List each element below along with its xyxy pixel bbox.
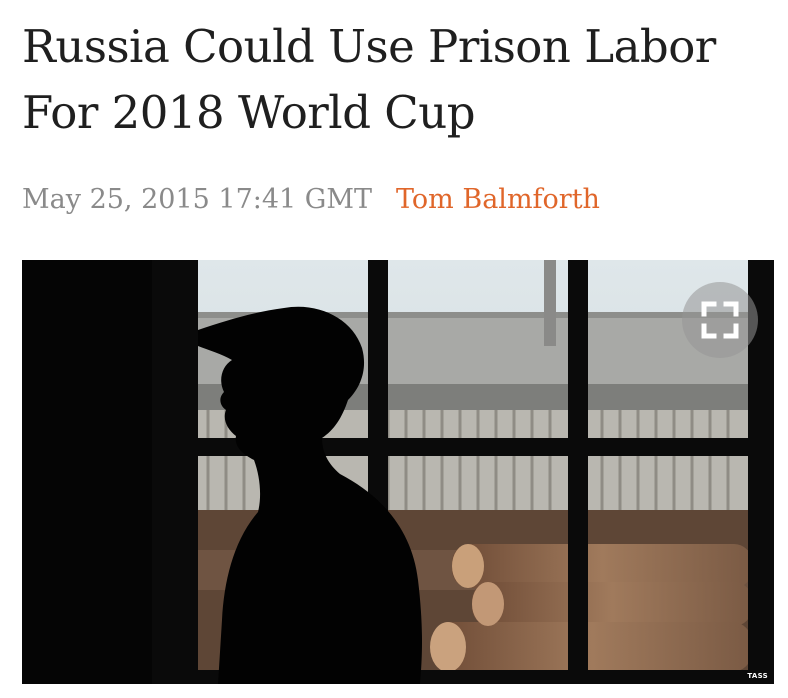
article-meta: May 25, 2015 17:41 GMT Tom Balmforth — [22, 182, 600, 218]
article-headline: Russia Could Use Prison Labor For 2018 W… — [22, 20, 716, 139]
author-link[interactable]: Tom Balmforth — [396, 184, 600, 215]
fullscreen-expand-button[interactable] — [682, 282, 758, 358]
photo-credit: TASS — [747, 672, 768, 680]
prison-window-silhouette-image — [22, 260, 774, 684]
article-photo[interactable]: TASS — [22, 260, 774, 684]
fullscreen-expand-icon — [701, 301, 739, 339]
article-date: May 25, 2015 17:41 GMT — [22, 184, 373, 215]
